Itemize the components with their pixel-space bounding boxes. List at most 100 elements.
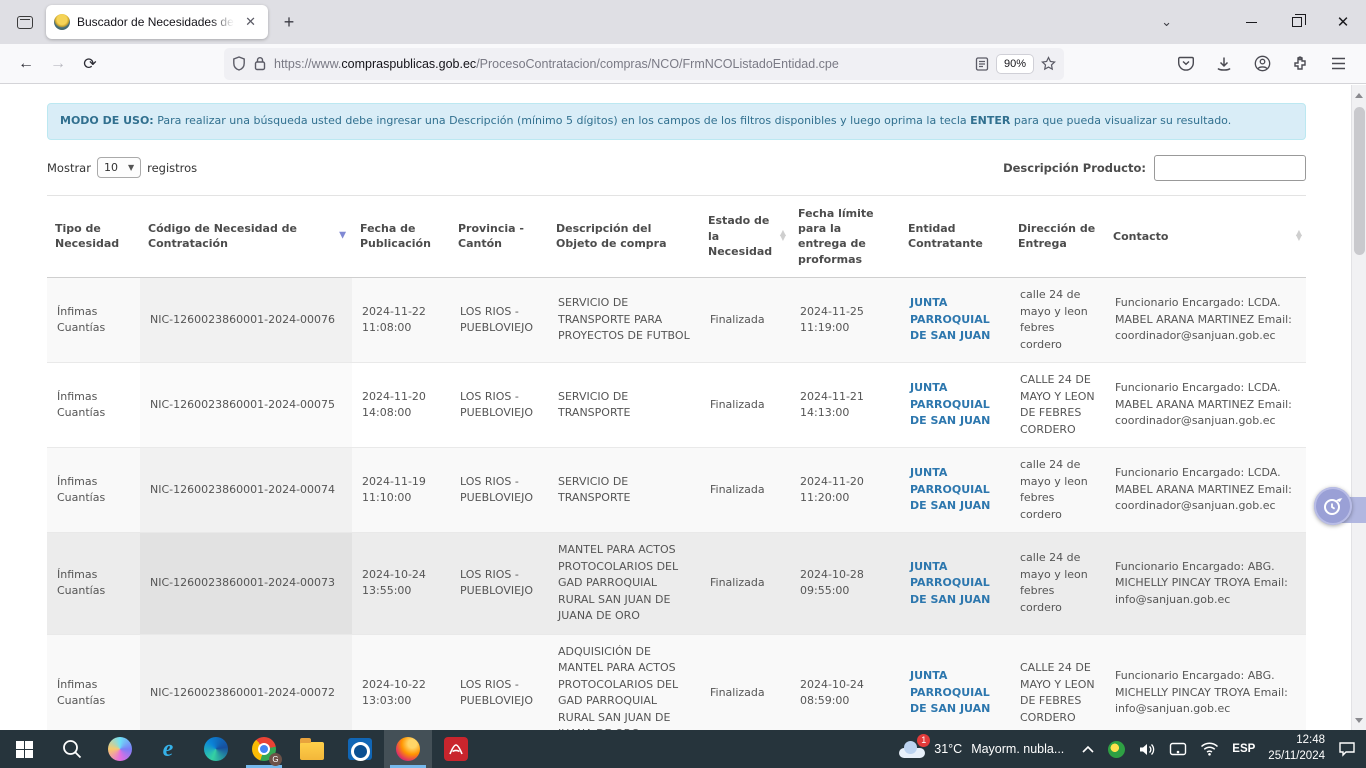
vertical-scrollbar[interactable]: [1351, 85, 1366, 730]
page-content: MODO DE USO: Para realizar una búsqueda …: [0, 85, 1366, 730]
floating-extension-button[interactable]: [1314, 487, 1352, 525]
chevron-down-icon: ⌄: [1161, 14, 1172, 29]
outlook-button[interactable]: [336, 730, 384, 768]
url-text: https://www.compraspublicas.gob.ec/Proce…: [274, 57, 967, 71]
column-header[interactable]: Contacto▲▼: [1105, 195, 1306, 278]
sort-both-icon: ▲▼: [780, 231, 786, 241]
table-row: Ínfimas CuantíasNIC-1260023860001-2024-0…: [47, 634, 1306, 730]
weather-condition: Mayorm. nubla...: [971, 742, 1064, 756]
tab-title: Buscador de Necesidades de Co: [77, 15, 234, 29]
window-controls: ✕: [1228, 0, 1366, 44]
copilot-button[interactable]: [96, 730, 144, 768]
chrome-profile-badge: G: [269, 753, 282, 766]
taskbar-clock[interactable]: 12:48 25/11/2024: [1268, 733, 1325, 764]
reload-button[interactable]: ⟳: [74, 49, 106, 79]
column-header-label: Fecha de Publicación: [360, 222, 431, 250]
page-length-select[interactable]: 10 ▼: [97, 157, 141, 178]
pocket-button[interactable]: [1172, 50, 1200, 78]
firefox-button[interactable]: [384, 730, 432, 768]
menu-button[interactable]: [1324, 50, 1352, 78]
date: 25/11/2024: [1268, 749, 1325, 765]
column-header-label: Estado de la Necesidad: [708, 214, 772, 258]
back-button[interactable]: ←: [10, 49, 42, 79]
column-header[interactable]: Provincia - Cantón: [450, 195, 548, 278]
start-button[interactable]: [0, 730, 48, 768]
extensions-button[interactable]: [1286, 50, 1314, 78]
timer-clock-icon: [1322, 495, 1344, 517]
chrome-button[interactable]: G: [240, 730, 288, 768]
downloads-button[interactable]: [1210, 50, 1238, 78]
filter-label: Descripción Producto:: [1003, 161, 1146, 175]
column-header[interactable]: Dirección de Entrega: [1010, 195, 1105, 278]
download-icon: [1216, 56, 1232, 72]
notification-badge: 1: [917, 734, 930, 747]
scrollbar-thumb[interactable]: [1354, 107, 1365, 255]
volume-icon[interactable]: [1138, 742, 1156, 757]
firefox-view-button[interactable]: [8, 7, 42, 37]
restore-button[interactable]: [1274, 0, 1320, 44]
new-tab-button[interactable]: +: [274, 7, 304, 37]
action-center-icon[interactable]: [1338, 741, 1356, 757]
close-button[interactable]: ✕: [1320, 0, 1366, 44]
show-label: Mostrar: [47, 161, 91, 175]
acrobat-button[interactable]: [432, 730, 480, 768]
folder-icon: [300, 742, 324, 760]
arrow-left-icon: ←: [18, 55, 34, 73]
hamburger-icon: [1331, 57, 1346, 70]
weather-widget[interactable]: 1 31°C Mayorm. nubla...: [895, 741, 1068, 758]
table-header-row: Tipo de NecesidadCódigo de Necesidad de …: [47, 195, 1306, 278]
zoom-level-button[interactable]: 90%: [997, 55, 1033, 73]
column-header-label: Código de Necesidad de Contratación: [148, 222, 297, 250]
entity-link[interactable]: JUNTA PARROQUIAL DE SAN JUAN: [900, 634, 1010, 730]
forward-button[interactable]: →: [42, 49, 74, 79]
wifi-icon[interactable]: [1200, 742, 1219, 756]
file-explorer-button[interactable]: [288, 730, 336, 768]
acrobat-icon: [444, 737, 468, 761]
url-bar[interactable]: https://www.compraspublicas.gob.ec/Proce…: [224, 48, 1064, 80]
display-connect-icon[interactable]: [1169, 742, 1187, 757]
temperature: 31°C: [934, 742, 962, 756]
account-button[interactable]: [1248, 50, 1276, 78]
show-entries-control: Mostrar 10 ▼ registros: [47, 157, 197, 178]
column-header[interactable]: Tipo de Necesidad: [47, 195, 140, 278]
language-indicator[interactable]: ESP: [1232, 743, 1255, 755]
list-all-tabs-button[interactable]: ⌄: [1161, 14, 1172, 30]
windows-logo-icon: [16, 741, 33, 758]
entity-link[interactable]: JUNTA PARROQUIAL DE SAN JUAN: [900, 448, 1010, 533]
column-header[interactable]: Descripción del Objeto de compra: [548, 195, 700, 278]
shield-icon[interactable]: [232, 56, 246, 71]
bookmark-star-icon[interactable]: [1041, 56, 1056, 71]
scroll-up-button[interactable]: [1352, 87, 1366, 103]
page-viewport: MODO DE USO: Para realizar una búsqueda …: [0, 85, 1366, 730]
column-header[interactable]: Fecha límite para la entrega de proforma…: [790, 195, 900, 278]
tab-close-icon[interactable]: ✕: [241, 12, 260, 32]
taskbar-search-button[interactable]: [48, 730, 96, 768]
internet-explorer-button[interactable]: e: [144, 730, 192, 768]
entity-link[interactable]: JUNTA PARROQUIAL DE SAN JUAN: [900, 533, 1010, 635]
table-row: Ínfimas CuantíasNIC-1260023860001-2024-0…: [47, 533, 1306, 635]
tray-chevron-up-icon[interactable]: [1081, 745, 1095, 754]
entity-link[interactable]: JUNTA PARROQUIAL DE SAN JUAN: [900, 363, 1010, 448]
close-icon: ✕: [1337, 13, 1350, 31]
column-header[interactable]: Fecha de Publicación: [352, 195, 450, 278]
antivirus-icon[interactable]: [1108, 741, 1125, 758]
entity-link[interactable]: JUNTA PARROQUIAL DE SAN JUAN: [900, 278, 1010, 363]
puzzle-icon: [1292, 56, 1308, 72]
scroll-down-button[interactable]: [1352, 712, 1366, 728]
edge-button[interactable]: [192, 730, 240, 768]
banner-prefix: MODO DE USO:: [60, 114, 154, 127]
column-header-label: Contacto: [1113, 230, 1168, 243]
reader-view-icon[interactable]: [975, 57, 989, 71]
column-header[interactable]: Estado de la Necesidad ▲▼: [700, 195, 790, 278]
column-header-label: Provincia - Cantón: [458, 222, 524, 250]
column-header[interactable]: Entidad Contratante: [900, 195, 1010, 278]
lock-icon[interactable]: [254, 56, 266, 71]
internet-explorer-icon: e: [163, 736, 174, 763]
triangle-up-icon: [1355, 93, 1363, 98]
minimize-button[interactable]: [1228, 0, 1274, 44]
column-header[interactable]: Código de Necesidad de Contratación▼: [140, 195, 352, 278]
necesidades-table: Tipo de NecesidadCódigo de Necesidad de …: [47, 195, 1306, 731]
system-tray: 1 31°C Mayorm. nubla... ESP 12:48 25/11/…: [895, 730, 1366, 768]
product-description-input[interactable]: [1154, 155, 1306, 181]
browser-tab[interactable]: Buscador de Necesidades de Co ✕: [46, 5, 268, 39]
